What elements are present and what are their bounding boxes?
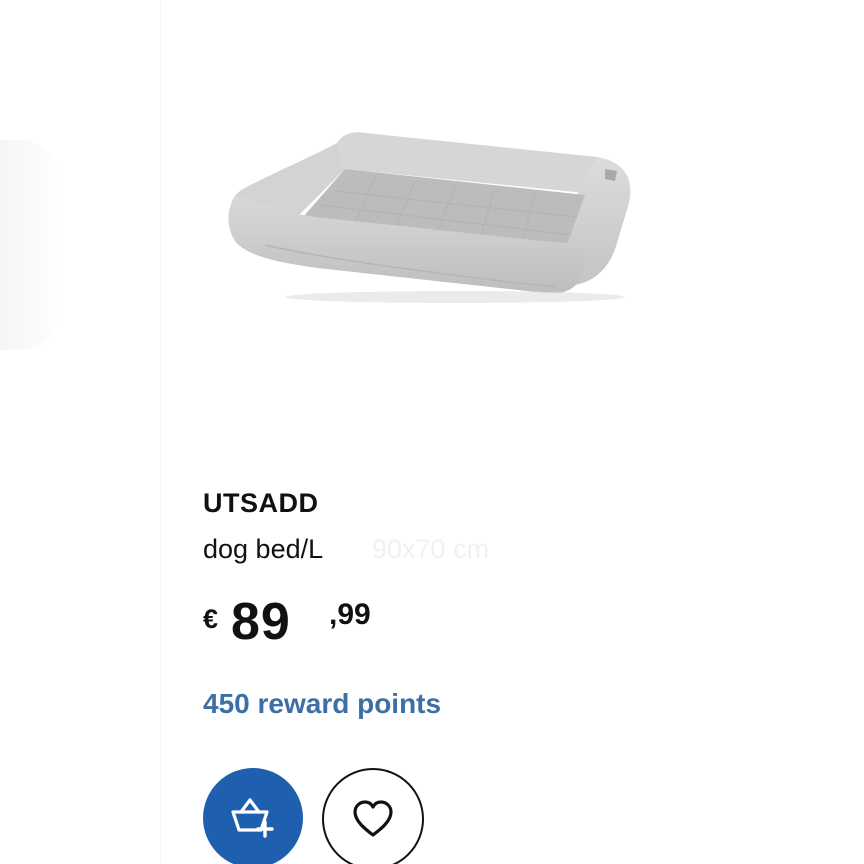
column-divider bbox=[160, 0, 161, 864]
basket-add-icon bbox=[231, 798, 274, 838]
price-decimal: ,99 bbox=[329, 598, 371, 631]
product-name[interactable]: UTSADD bbox=[203, 488, 319, 519]
add-to-basket-button[interactable] bbox=[203, 768, 303, 864]
add-to-favourites-button[interactable] bbox=[322, 768, 424, 864]
adjacent-product-edge bbox=[0, 140, 60, 350]
price-integer: 89 bbox=[231, 593, 291, 651]
product-card: UTSADD dog bed/L 90x70 cm € 89 ,99 450 r… bbox=[0, 0, 864, 864]
product-size-faded: 90x70 cm bbox=[372, 534, 490, 564]
heart-icon bbox=[353, 800, 393, 837]
price-currency: € bbox=[203, 604, 219, 634]
product-description: dog bed/L bbox=[203, 534, 324, 564]
product-image[interactable] bbox=[225, 125, 640, 310]
reward-points: 450 reward points bbox=[203, 688, 442, 719]
